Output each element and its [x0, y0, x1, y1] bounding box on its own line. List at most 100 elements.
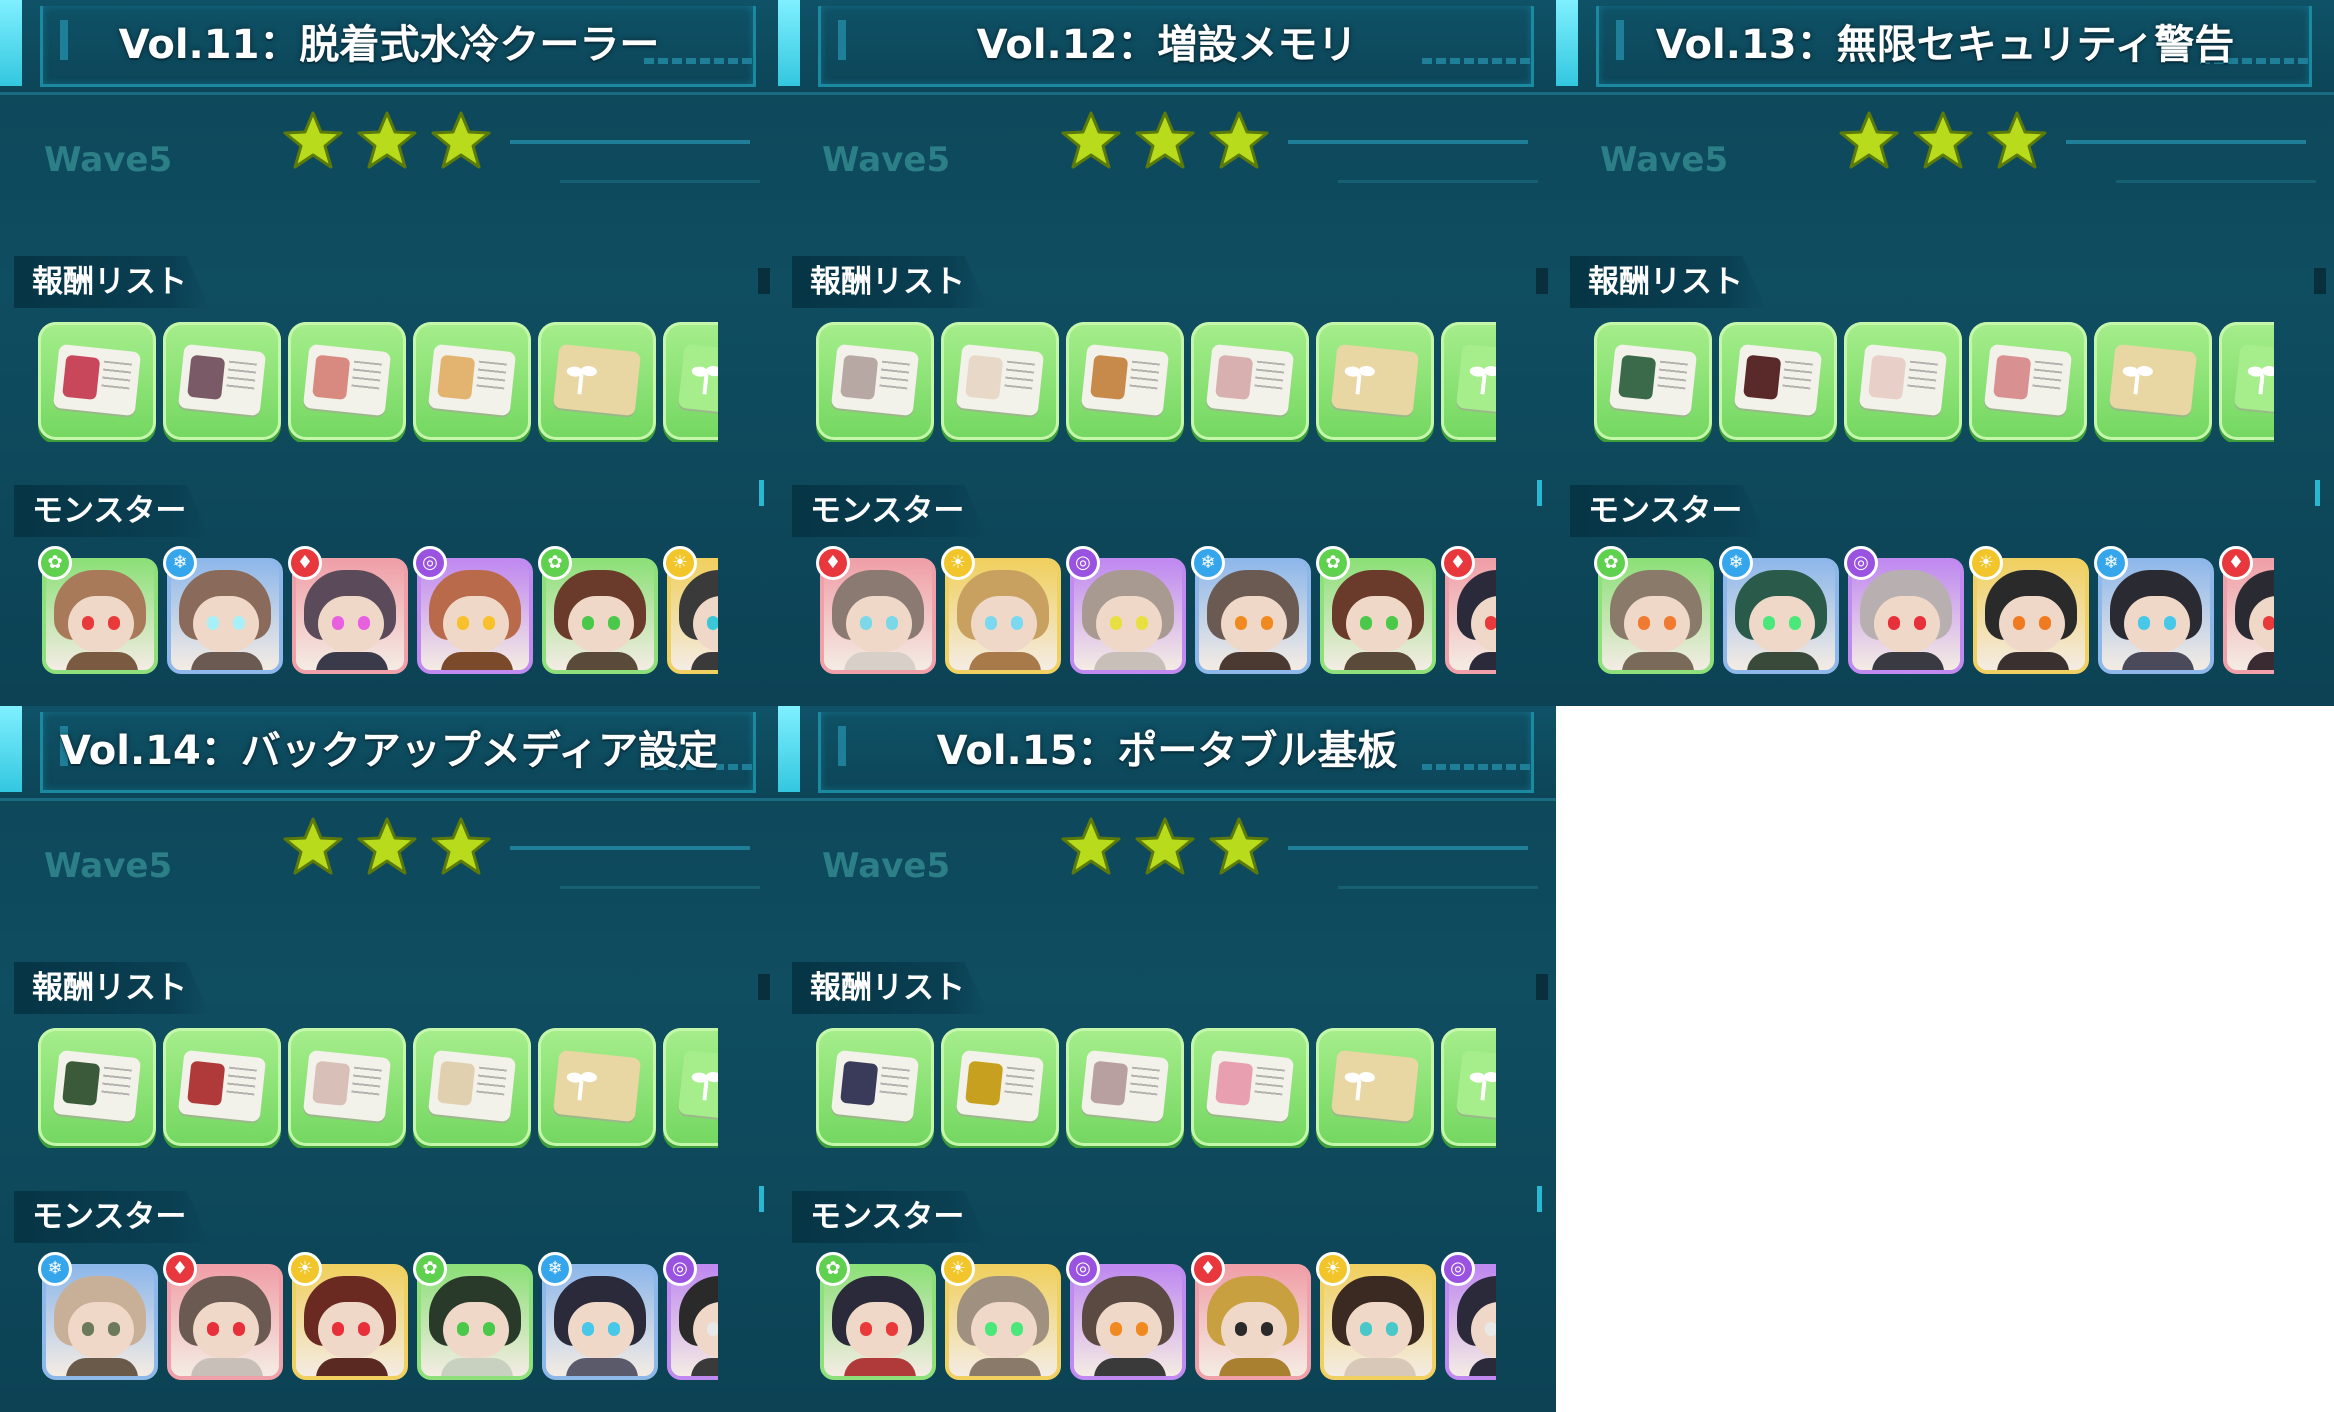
reward-list[interactable]: [1594, 318, 2274, 442]
monster-body: [1094, 652, 1166, 670]
monster-entry[interactable]: ◎: [1844, 546, 1968, 686]
monster-entry[interactable]: ◎: [1441, 1252, 1496, 1392]
monster-body: [566, 652, 638, 670]
monster-entry[interactable]: ♦: [1191, 1252, 1315, 1392]
stage-panel[interactable]: Vol.15：ポータブル基板 Wave5 報酬リスト モンスター ✿ ☀ ◎ ♦ ☀ ◎: [778, 706, 1556, 1412]
seed-card-icon: [2233, 343, 2274, 417]
monster-entry[interactable]: ☀: [1316, 1252, 1440, 1392]
monster-eye: [1789, 616, 1801, 630]
monster-entry[interactable]: ♦: [163, 1252, 287, 1392]
monster-entry[interactable]: ☀: [941, 1252, 1065, 1392]
monster-list[interactable]: ✿ ❄ ♦ ◎ ✿ ☀: [38, 546, 718, 696]
card-portrait: [1993, 354, 2032, 400]
monster-entry[interactable]: ✿: [1316, 546, 1440, 686]
reward-item[interactable]: [288, 1028, 406, 1146]
reward-item[interactable]: [163, 322, 281, 440]
monster-body: [1344, 652, 1416, 670]
reward-item[interactable]: [1441, 322, 1496, 440]
monster-entry[interactable]: ☀: [1969, 546, 2093, 686]
monster-body: [1219, 1358, 1291, 1376]
reward-item[interactable]: [1316, 322, 1434, 440]
monster-eye: [108, 1322, 120, 1336]
reward-item[interactable]: [1844, 322, 1962, 440]
monster-list[interactable]: ✿ ☀ ◎ ♦ ☀ ◎: [816, 1252, 1496, 1402]
reward-item[interactable]: [816, 1028, 934, 1146]
monster-entry[interactable]: ❄: [2094, 546, 2218, 686]
reward-item[interactable]: [663, 1028, 718, 1146]
reward-item[interactable]: [538, 322, 656, 440]
monster-eye: [1110, 616, 1122, 630]
reward-list[interactable]: [816, 318, 1496, 442]
light-element-icon: ☀: [288, 1252, 322, 1286]
reward-item[interactable]: [941, 322, 1059, 440]
stage-panel[interactable]: Vol.14：バックアップメディア設定 Wave5 報酬リスト モンスター ❄ ♦ ☀ ✿ ❄ ◎: [0, 706, 778, 1412]
monster-body: [566, 1358, 638, 1376]
stage-panel[interactable]: Vol.11：脱着式水冷クーラー Wave5 報酬リスト モンスター ✿ ❄ ♦ ◎ ✿ ☀: [0, 0, 778, 706]
reward-item[interactable]: [1316, 1028, 1434, 1146]
reward-item[interactable]: [38, 322, 156, 440]
card-portrait: [1090, 1060, 1129, 1106]
monster-face: [1096, 596, 1162, 652]
monster-entry[interactable]: ♦: [288, 546, 412, 686]
scroll-marker: [758, 268, 770, 294]
monster-eye: [886, 1322, 898, 1336]
monster-entry[interactable]: ❄: [538, 1252, 662, 1392]
reward-item[interactable]: [2094, 322, 2212, 440]
monster-entry[interactable]: ✿: [413, 1252, 537, 1392]
monster-body: [1344, 1358, 1416, 1376]
reward-item[interactable]: [1191, 1028, 1309, 1146]
monster-entry[interactable]: ♦: [2219, 546, 2274, 686]
monster-entry[interactable]: ✿: [816, 1252, 940, 1392]
monster-entry[interactable]: ❄: [1719, 546, 1843, 686]
monster-list[interactable]: ❄ ♦ ☀ ✿ ❄ ◎: [38, 1252, 718, 1402]
monster-list[interactable]: ♦ ☀ ◎ ❄ ✿ ♦: [816, 546, 1496, 696]
monster-eye: [483, 616, 495, 630]
reward-list[interactable]: [38, 318, 718, 442]
card-portrait: [840, 354, 879, 400]
reward-list[interactable]: [38, 1024, 718, 1148]
monster-entry[interactable]: ◎: [1066, 1252, 1190, 1392]
reward-item[interactable]: [538, 1028, 656, 1146]
monster-entry[interactable]: ☀: [288, 1252, 412, 1392]
reward-item[interactable]: [413, 1028, 531, 1146]
reward-item[interactable]: [816, 322, 934, 440]
monster-list[interactable]: ✿ ❄ ◎ ☀ ❄ ♦: [1594, 546, 2274, 696]
monster-entry[interactable]: ❄: [1191, 546, 1315, 686]
reward-item[interactable]: [1066, 322, 1184, 440]
monster-entry[interactable]: ◎: [413, 546, 537, 686]
reward-item[interactable]: [38, 1028, 156, 1146]
monster-entry[interactable]: ✿: [1594, 546, 1718, 686]
monster-entry[interactable]: ☀: [663, 546, 718, 686]
reward-item[interactable]: [2219, 322, 2274, 440]
reward-list[interactable]: [816, 1024, 1496, 1148]
monster-entry[interactable]: ♦: [816, 546, 940, 686]
monster-body: [191, 1358, 263, 1376]
monster-entry[interactable]: ❄: [163, 546, 287, 686]
reward-item[interactable]: [288, 322, 406, 440]
monster-entry[interactable]: ◎: [663, 1252, 718, 1392]
monster-entry[interactable]: ❄: [38, 1252, 162, 1392]
card-text: [475, 1066, 507, 1100]
reward-item[interactable]: [1719, 322, 1837, 440]
reward-item[interactable]: [1969, 322, 2087, 440]
reward-item[interactable]: [163, 1028, 281, 1146]
monster-entry[interactable]: ✿: [538, 546, 662, 686]
reward-item[interactable]: [1191, 322, 1309, 440]
reward-item[interactable]: [1441, 1028, 1496, 1146]
reward-item[interactable]: [413, 322, 531, 440]
stage-panel[interactable]: Vol.12：増設メモリ Wave5 報酬リスト モンスター ♦ ☀ ◎ ❄ ✿ ♦: [778, 0, 1556, 706]
monster-eye: [457, 1322, 469, 1336]
reward-item[interactable]: [663, 322, 718, 440]
reward-item[interactable]: [941, 1028, 1059, 1146]
monster-body: [1872, 652, 1944, 670]
reward-item[interactable]: [1066, 1028, 1184, 1146]
monster-eye: [233, 616, 245, 630]
monster-entry[interactable]: ☀: [941, 546, 1065, 686]
reward-item[interactable]: [1594, 322, 1712, 440]
monster-entry[interactable]: ◎: [1066, 546, 1190, 686]
sprout-icon: [1465, 1061, 1496, 1106]
monster-entry[interactable]: ✿: [38, 546, 162, 686]
stage-panel[interactable]: Vol.13：無限セキュリティ警告 Wave5 報酬リスト モンスター ✿ ❄ ◎ ☀ ❄ ♦: [1556, 0, 2334, 706]
monster-entry[interactable]: ♦: [1441, 546, 1496, 686]
reward-list-label: 報酬リスト: [14, 256, 210, 308]
